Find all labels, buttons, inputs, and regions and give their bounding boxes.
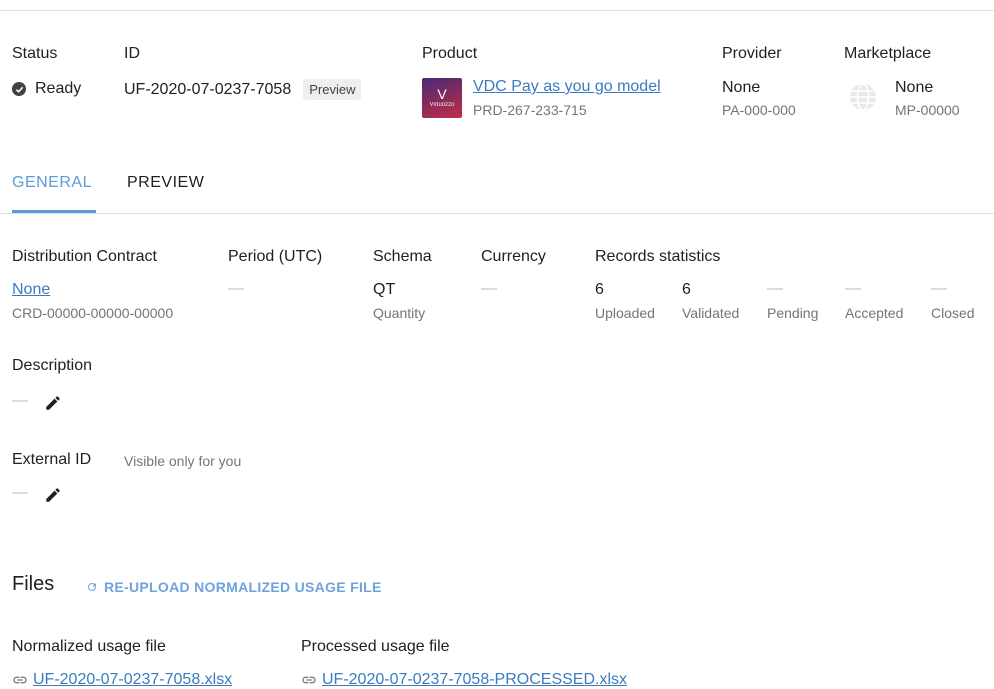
product-link[interactable]: VDC Pay as you go model	[473, 78, 661, 96]
reupload-label: RE-UPLOAD NORMALIZED USAGE FILE	[104, 579, 382, 595]
records-validated-value: 6	[682, 281, 691, 298]
schema-sub: Quantity	[373, 305, 426, 321]
check-circle-icon	[12, 82, 26, 96]
processed-file-link[interactable]: UF-2020-07-0237-7058-PROCESSED.xlsx	[301, 671, 627, 689]
status-header: Status	[12, 45, 58, 62]
id-value-row: UF-2020-07-0237-7058 Preview	[124, 79, 362, 100]
status-value: Ready	[12, 80, 81, 98]
tab-preview[interactable]: PREVIEW	[127, 174, 204, 192]
contract-header: Distribution Contract	[12, 248, 157, 265]
period-header: Period (UTC)	[228, 248, 323, 265]
preview-badge: Preview	[303, 79, 362, 100]
contract-link[interactable]: None	[12, 281, 50, 299]
edit-description-pencil-icon[interactable]	[44, 394, 62, 417]
normalized-file-link[interactable]: UF-2020-07-0237-7058.xlsx	[12, 671, 232, 689]
reupload-button[interactable]: RE-UPLOAD NORMALIZED USAGE FILE	[86, 579, 382, 595]
provider-header: Provider	[722, 45, 782, 62]
processed-file-header: Processed usage file	[301, 638, 450, 655]
refresh-icon	[86, 581, 98, 593]
currency-header: Currency	[481, 248, 546, 265]
link-icon	[301, 675, 317, 685]
schema-header: Schema	[373, 248, 432, 265]
records-pending-value: —	[767, 280, 783, 297]
records-accepted-value: —	[845, 280, 861, 297]
processed-filename: UF-2020-07-0237-7058-PROCESSED.xlsx	[322, 671, 628, 688]
id-value: UF-2020-07-0237-7058	[124, 80, 292, 98]
records-uploaded-label: Uploaded	[595, 305, 655, 321]
provider-name: None	[722, 79, 761, 96]
top-divider	[0, 10, 994, 11]
description-header: Description	[12, 357, 93, 374]
normalized-filename: UF-2020-07-0237-7058.xlsx	[33, 671, 233, 688]
normalized-file-header: Normalized usage file	[12, 638, 166, 655]
status-text: Ready	[35, 80, 82, 97]
edit-external-id-pencil-icon[interactable]	[44, 486, 62, 509]
description-value: —	[12, 392, 28, 409]
product-logo: V Virtuozzo	[422, 78, 462, 118]
currency-value: —	[481, 280, 497, 297]
external-id-value: —	[12, 484, 28, 501]
provider-code: PA-000-000	[722, 102, 796, 118]
globe-icon	[848, 82, 878, 117]
product-logo-caption: Virtuozzo	[429, 102, 455, 108]
contract-code: CRD-00000-00000-00000	[12, 305, 174, 321]
external-id-hint: Visible only for you	[124, 453, 242, 469]
records-closed-label: Closed	[931, 305, 975, 321]
product-code: PRD-267-233-715	[473, 102, 587, 118]
records-uploaded-value: 6	[595, 281, 604, 298]
records-header: Records statistics	[595, 248, 721, 265]
product-logo-mark: V	[437, 86, 447, 102]
records-validated-label: Validated	[682, 305, 740, 321]
id-header: ID	[124, 45, 140, 62]
records-pending-label: Pending	[767, 305, 819, 321]
marketplace-header: Marketplace	[844, 45, 932, 62]
files-title: Files	[12, 573, 55, 595]
marketplace-name: None	[895, 79, 934, 96]
records-accepted-label: Accepted	[845, 305, 904, 321]
period-value: —	[228, 280, 244, 297]
external-id-header: External ID	[12, 451, 92, 468]
active-tab-indicator	[12, 210, 96, 213]
schema-value: QT	[373, 281, 396, 298]
marketplace-code: MP-00000	[895, 102, 960, 118]
tabs-divider	[0, 213, 994, 214]
product-header: Product	[422, 45, 478, 62]
records-closed-value: —	[931, 280, 947, 297]
link-icon	[12, 675, 28, 685]
tab-general[interactable]: GENERAL	[12, 174, 92, 192]
